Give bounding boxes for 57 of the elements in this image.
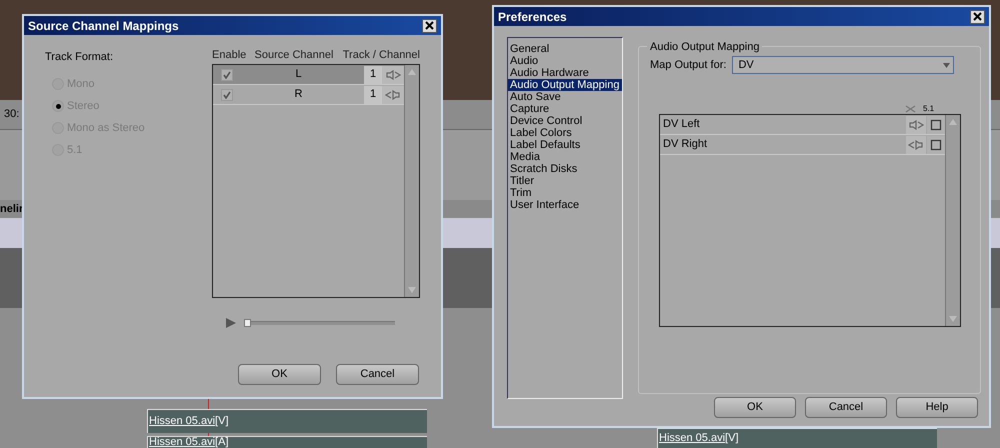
enable-checkbox[interactable] (221, 68, 233, 80)
column-header: Enable (212, 48, 248, 64)
close-icon[interactable] (970, 10, 985, 24)
track-format-label: Track Format: (45, 50, 114, 65)
category-item[interactable]: Scratch Disks (508, 163, 622, 175)
category-item[interactable]: Titler (508, 175, 622, 187)
group-title: Audio Output Mapping (647, 39, 762, 56)
category-item[interactable]: Audio Hardware (508, 67, 622, 79)
speaker-icon (385, 70, 401, 80)
close-icon[interactable] (422, 18, 437, 32)
clip-bar[interactable]: Hissen 05.avi[A] (147, 436, 427, 448)
window-title: Source Channel Mappings (28, 18, 179, 34)
slider-thumb[interactable] (244, 319, 251, 327)
category-item[interactable]: Media (508, 151, 622, 163)
surround-square-icon[interactable] (930, 138, 942, 150)
panel-tab-label: nelir (0, 202, 24, 217)
category-item[interactable]: General (508, 43, 622, 55)
dropdown-arrow-icon[interactable] (943, 62, 950, 68)
clip-bar[interactable]: Hissen 05.avi[V] (147, 409, 427, 433)
map-output-label: Map Output for: (650, 58, 726, 73)
speaker-icon (908, 120, 924, 130)
source-channel-label: L (294, 67, 303, 82)
channel-row[interactable]: L 1 (213, 65, 404, 85)
category-item[interactable]: Label Defaults (508, 139, 622, 151)
crossed-arrows-icon (905, 105, 916, 113)
play-icon[interactable] (226, 318, 236, 328)
track-number[interactable]: 1 (364, 86, 382, 104)
track-number[interactable]: 1 (364, 66, 382, 84)
category-item[interactable]: Auto Save (508, 91, 622, 103)
category-item[interactable]: Capture (508, 103, 622, 115)
category-item[interactable]: User Interface (508, 199, 622, 211)
channel-row[interactable]: R 1 (213, 85, 404, 105)
slider-track[interactable] (244, 321, 395, 325)
surround-square-icon[interactable] (930, 118, 942, 130)
speaker-icon (908, 140, 924, 150)
enable-checkbox[interactable] (221, 88, 233, 100)
surround-header: 5.1 (923, 103, 934, 115)
output-channel-label: DV Right (662, 137, 708, 152)
column-header: Track / Channel (342, 48, 420, 64)
dialog-button[interactable]: Help (896, 397, 978, 418)
speaker-icon (385, 90, 401, 100)
dialog-button[interactable]: Cancel (805, 397, 887, 418)
dialog-button[interactable]: Cancel (336, 364, 419, 385)
dialog-button[interactable]: OK (714, 397, 796, 418)
map-output-dropdown[interactable]: DV (732, 56, 954, 74)
window-title: Preferences (498, 8, 567, 26)
dialog-button[interactable]: OK (238, 364, 321, 385)
category-item[interactable]: Audio (508, 55, 622, 67)
column-header: Source Channel (254, 48, 334, 64)
category-item[interactable]: Label Colors (508, 127, 622, 139)
category-item[interactable]: Audio Output Mapping (508, 79, 622, 91)
category-item[interactable]: Device Control (508, 115, 622, 127)
output-channel-label: DV Left (662, 117, 701, 132)
category-item[interactable]: Trim (508, 187, 622, 199)
clip-bar[interactable]: Hissen 05.avi[V] (657, 428, 937, 448)
timecode-text: 30: (4, 107, 20, 122)
source-channel-label: R (294, 87, 304, 102)
